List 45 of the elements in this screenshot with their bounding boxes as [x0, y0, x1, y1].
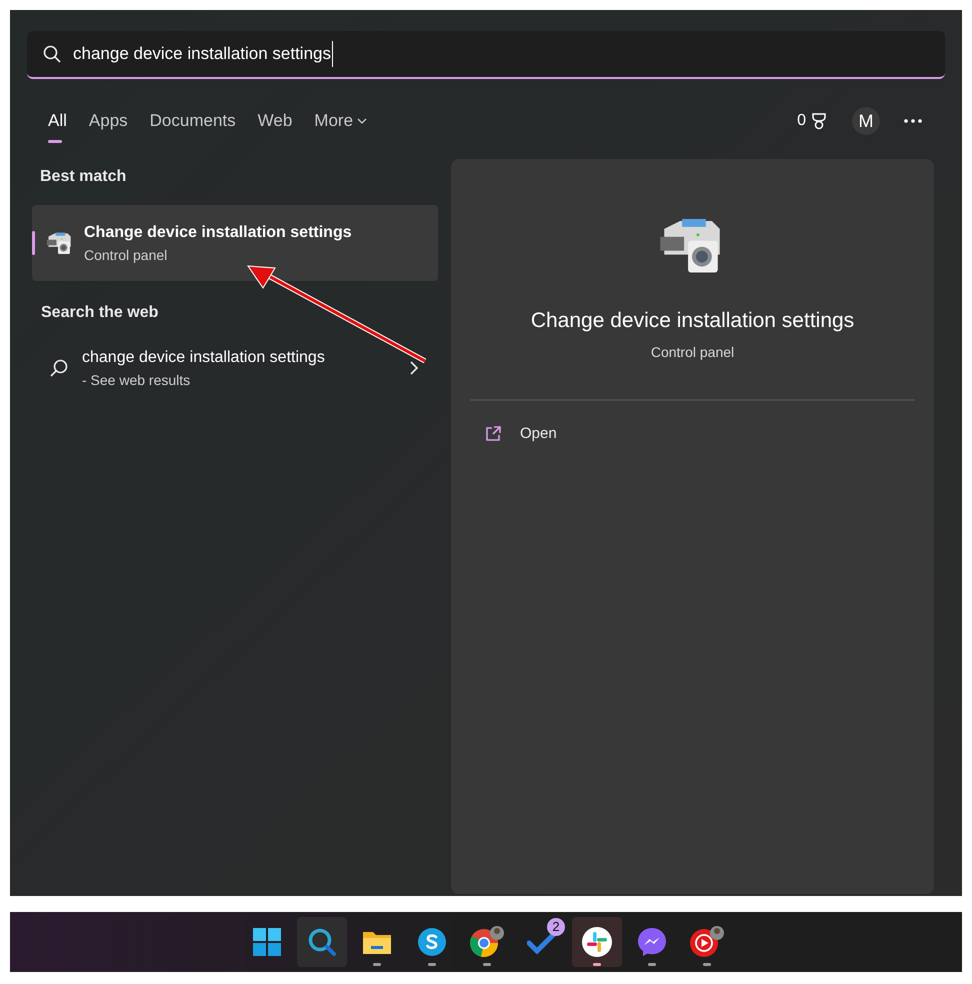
chevron-down-icon	[357, 118, 368, 124]
best-match-item[interactable]: Change device installation settings Control panel	[32, 205, 438, 281]
taskbar-button[interactable]: 2	[517, 917, 567, 967]
slack-icon	[581, 926, 613, 958]
running-indicator	[483, 963, 491, 966]
result-title: change device installation settings	[82, 348, 326, 368]
running-indicator	[593, 963, 601, 966]
taskbar-button[interactable]	[572, 917, 622, 967]
messenger-icon	[636, 926, 668, 958]
running-indicator	[703, 963, 711, 966]
preview-title: Change device installation settings	[530, 308, 854, 334]
windows-logo-icon	[252, 927, 282, 957]
web-result-item[interactable]: change device installation settings - See web results	[32, 343, 438, 393]
search-text: change device installation settings	[73, 41, 333, 67]
selected-indicator	[48, 140, 62, 143]
preview-subtitle: Control panel	[650, 343, 734, 362]
chrome-icon	[469, 926, 505, 958]
search-field[interactable]: change device installation settings	[27, 31, 945, 79]
music-icon	[689, 926, 725, 958]
filter-tab[interactable]: All	[40, 103, 75, 139]
notification-badge: 2	[547, 918, 565, 936]
open-action[interactable]: Open	[470, 423, 915, 446]
search-icon	[50, 359, 68, 377]
filter-tab[interactable]: Documents	[142, 103, 244, 139]
result-title: Change device installation settings	[84, 222, 352, 242]
rewards-button[interactable]: 0	[797, 109, 828, 133]
skype-icon	[417, 927, 447, 957]
running-indicator	[428, 963, 436, 966]
result-subtitle: - See web results	[82, 370, 192, 390]
avatar-button[interactable]: M	[852, 107, 880, 135]
section-heading: Search the web	[41, 303, 160, 323]
running-indicator	[373, 963, 381, 966]
search-icon	[307, 927, 337, 957]
running-indicator	[648, 963, 656, 966]
filter-tab[interactable]: Apps	[80, 103, 136, 139]
search-icon	[43, 45, 61, 63]
result-subtitle: Control panel	[84, 246, 168, 265]
section-heading: Best match	[40, 167, 128, 187]
selection-bar	[32, 231, 35, 255]
external-link-icon	[484, 425, 502, 444]
more-options-icon[interactable]	[904, 119, 922, 123]
chevron-right-icon	[410, 361, 418, 375]
filter-tab[interactable]: More	[306, 103, 376, 139]
filter-tab[interactable]: Web	[250, 103, 300, 139]
trophy-icon	[810, 112, 828, 130]
